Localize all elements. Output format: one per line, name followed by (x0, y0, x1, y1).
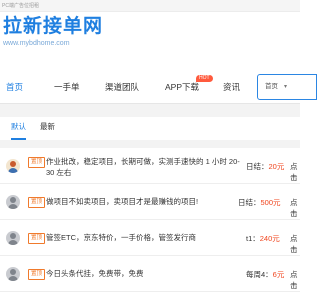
tab-default[interactable]: 默认 (11, 117, 26, 140)
nav-item-channel-team[interactable]: 渠道团队 (105, 70, 139, 104)
price-value: 6元 (272, 270, 285, 279)
price-label: t1：240元 (246, 234, 280, 243)
top-ad-text: PC端广告位招租 (2, 3, 39, 9)
list-item[interactable]: 置顶 作业批改，稳定项目，长期可做，实测手速快的 1 小时 20-30 左右 日… (0, 148, 300, 184)
price-label: 日结：20元 (246, 162, 285, 171)
pinned-badge: 置顶 (28, 233, 46, 244)
list-item-title[interactable]: 作业批改，稳定项目，长期可做，实测手速快的 1 小时 20-30 左右 (46, 156, 246, 178)
list-item-title[interactable]: 今日头条代挂，免费带，免费 (46, 268, 246, 279)
site-logo-title: 拉新接单网 (3, 16, 104, 37)
list-item[interactable]: 置顶 做项目不如卖项目，卖项目才是最赚钱的项目! 日结：500元 点击 (0, 184, 300, 220)
pinned-badge: 置顶 (28, 269, 46, 280)
site-logo-url: www.mybdhome.com (3, 40, 70, 47)
list-item-title[interactable]: 管签ETC，京东特价，一手价格，管签发行商 (46, 232, 246, 243)
site-logo[interactable]: 拉新接单网 www.mybdhome.com (0, 12, 300, 56)
search-category-value: 首页 (265, 83, 278, 90)
list-item[interactable]: 置顶 今日头条代挂，免费带，免费 每周4：6元 点击 (0, 256, 300, 292)
hot-badge: HOT (196, 75, 213, 82)
list-item-title[interactable]: 做项目不如卖项目，卖项目才是最赚钱的项目! (46, 196, 246, 207)
avatar (6, 159, 20, 173)
click-link[interactable]: 点击 (290, 161, 300, 183)
top-ad-bar: PC端广告位招租 (0, 0, 300, 12)
chevron-down-icon: ▾ (284, 84, 288, 90)
main-nav: 首页 一手单 渠道团队 APP下载 HOT 资讯 首页 ▾ (0, 70, 317, 104)
click-link[interactable]: 点击 (290, 233, 300, 255)
avatar (6, 231, 20, 245)
avatar (6, 267, 20, 281)
pinned-badge: 置顶 (28, 197, 46, 208)
sort-tabs: 默认 最新 (0, 117, 300, 140)
click-link[interactable]: 点击 (290, 269, 300, 291)
nav-item-news[interactable]: 资讯 (223, 70, 240, 104)
search-category-select[interactable]: 首页 ▾ (257, 74, 317, 100)
list-item[interactable]: 置顶 管签ETC，京东特价，一手价格，管签发行商 t1：240元 点击 (0, 220, 300, 256)
tab-latest[interactable]: 最新 (40, 117, 55, 140)
avatar (6, 195, 20, 209)
nav-item-first-hand[interactable]: 一手单 (54, 70, 80, 104)
pinned-badge: 置顶 (28, 157, 46, 168)
nav-item-app-download[interactable]: APP下载 (165, 70, 199, 104)
price-value: 240元 (259, 234, 280, 243)
price-label: 每周4：6元 (246, 270, 285, 279)
price-label: 日结：500元 (238, 198, 281, 207)
nav-item-home[interactable]: 首页 (6, 70, 23, 104)
price-value: 500元 (260, 198, 281, 207)
price-value: 20元 (268, 162, 285, 171)
click-link[interactable]: 点击 (290, 197, 300, 219)
